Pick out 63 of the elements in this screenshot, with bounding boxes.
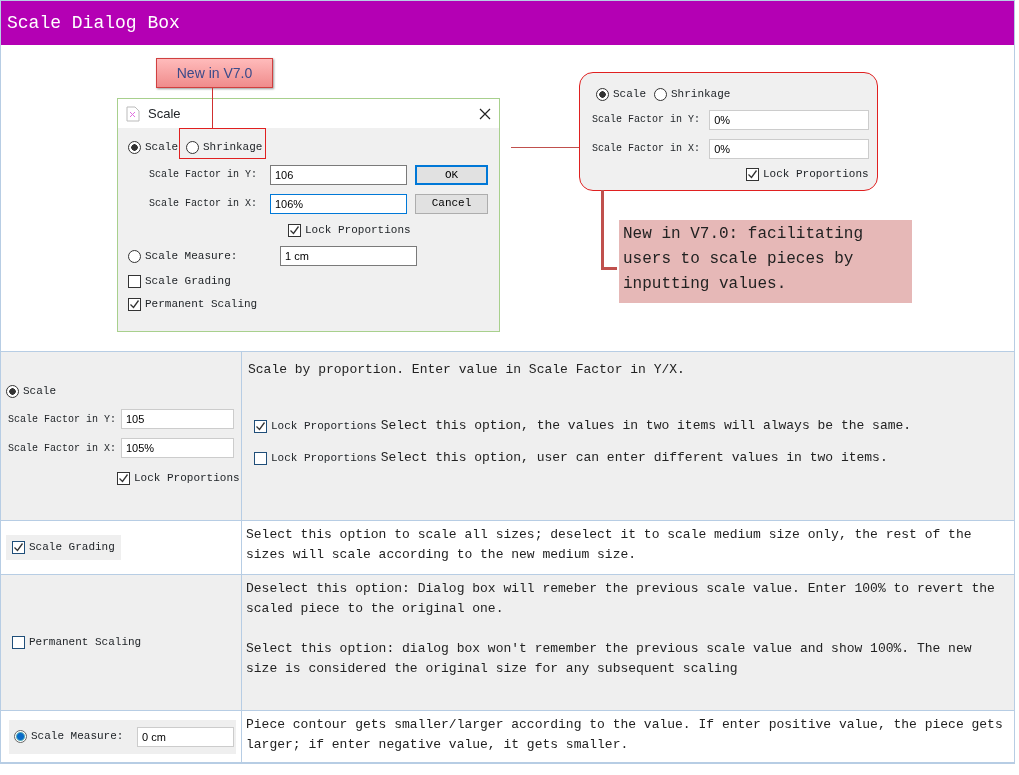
close-icon[interactable]	[479, 107, 491, 120]
field-label: Scale Factor in Y:	[592, 113, 702, 127]
input-field[interactable]: 106%	[270, 193, 407, 214]
input-field[interactable]: 1 cm	[280, 246, 417, 266]
connector-line	[511, 147, 579, 148]
radio-button[interactable]	[654, 87, 667, 101]
checkbox[interactable]	[128, 275, 141, 288]
radio-button[interactable]	[596, 87, 609, 101]
radio-button[interactable]	[128, 249, 141, 263]
checkbox-label: Lock Proportions	[271, 418, 377, 434]
radio-button[interactable]	[14, 730, 27, 743]
checkbox-label: Scale Grading	[145, 274, 231, 290]
input-field[interactable]: 105	[121, 409, 234, 429]
checkbox[interactable]	[746, 167, 759, 181]
dialog-title: Scale	[148, 104, 181, 123]
radio-label: Scale Measure:	[145, 248, 239, 264]
note-text: New in V7.0: facilitating users to scale pieces by inputting values.	[617, 220, 912, 303]
radio-label: Shrinkage	[203, 139, 263, 155]
checkbox-label: Lock Proportions	[305, 222, 411, 238]
field-label: Scale Factor in X:	[8, 441, 117, 456]
field-label: Scale Factor in X:	[149, 197, 259, 211]
checkbox[interactable]	[128, 298, 141, 311]
checkbox[interactable]	[117, 472, 130, 485]
radio-button[interactable]	[186, 140, 199, 154]
app-icon	[126, 105, 140, 122]
cancel-button[interactable]: Cancel	[415, 193, 488, 214]
page-title: Scale Dialog Box	[7, 11, 180, 35]
checkbox[interactable]	[288, 223, 301, 237]
radio-label: Shrinkage	[671, 86, 731, 102]
description-text: Select this option: dialog box won't remember the previous scale value and show 100%. The new size is considered the original size for any subsequent scaling	[246, 640, 973, 678]
checkbox-label: Lock Proportions	[271, 450, 377, 466]
checkbox[interactable]	[254, 451, 267, 465]
checkbox[interactable]	[254, 419, 267, 433]
input-field[interactable]: 0 cm	[137, 726, 234, 747]
checkbox-label: Permanent Scaling	[145, 297, 258, 313]
radio-button[interactable]	[128, 140, 141, 154]
description-text: Scale by proportion. Enter value in Scale Factor in Y/X.	[248, 361, 686, 379]
description-text: Piece contour gets smaller/larger according to the value. If enter positive value, the piece gets larger; if enter negative value, it gets smaller.	[246, 716, 1004, 754]
input-field[interactable]: 0%	[709, 138, 869, 159]
radio-label: Scale	[613, 86, 646, 102]
checkbox[interactable]	[12, 541, 25, 554]
ok-button[interactable]: OK	[415, 164, 488, 185]
radio-label: Scale Measure:	[31, 729, 125, 745]
checkbox-label: Scale Grading	[29, 540, 115, 556]
description-text: Select this option, user can enter different values in two items.	[380, 449, 888, 467]
description-text: Select this option to scale all sizes; deselect it to scale medium size only, the rest of the sizes will scale according to the new medium size.	[246, 526, 973, 564]
radio-label: Scale	[23, 383, 56, 399]
input-field[interactable]: 0%	[709, 109, 869, 130]
checkbox-label: Lock Proportions	[763, 166, 869, 182]
connector-line	[212, 88, 213, 128]
field-label: Scale Factor in Y:	[149, 168, 259, 182]
input-field[interactable]: 106	[270, 164, 407, 185]
checkbox-label: Permanent Scaling	[29, 635, 142, 651]
input-field[interactable]: 105%	[121, 438, 234, 458]
field-label: Scale Factor in Y:	[8, 412, 117, 427]
checkbox[interactable]	[12, 636, 25, 649]
description-text: Select this option, the values in two items will always be the same.	[380, 417, 912, 435]
radio-label: Scale	[145, 139, 178, 155]
field-label: Scale Factor in X:	[592, 142, 702, 156]
callout-label: New in V7.0	[156, 58, 273, 88]
checkbox-label: Lock Proportions	[134, 471, 240, 487]
description-text: Deselect this option: Dialog box will remeber the previous scale value. Enter 100% to revert the scaled piece to the original one.	[246, 580, 996, 618]
radio-button[interactable]	[6, 384, 19, 398]
